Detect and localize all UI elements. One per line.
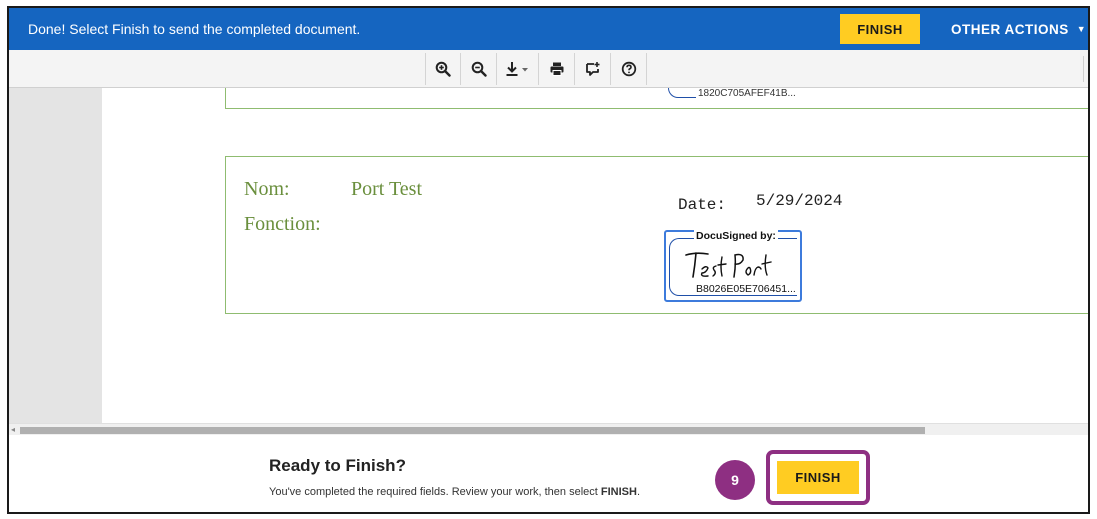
ready-description-suffix: . [636, 486, 640, 498]
scroll-left-icon[interactable]: ◂ [11, 425, 15, 434]
handwritten-signature [685, 252, 772, 278]
horizontal-scrollbar[interactable]: ◂ [9, 423, 1088, 435]
other-actions-label: OTHER ACTIONS [951, 21, 1069, 37]
ready-description: You've completed the required fields. Re… [269, 486, 640, 498]
zoom-in-icon [435, 61, 451, 77]
nom-value: Port Test [351, 178, 423, 200]
previous-signature-block [225, 88, 1088, 109]
ready-title: Ready to Finish? [269, 456, 406, 475]
help-icon [621, 61, 636, 77]
signature-bracket [668, 88, 696, 98]
date-value: 5/29/2024 [756, 192, 843, 210]
download-button[interactable] [497, 53, 539, 85]
previous-signature-hash: 1820C705AFEF41B... [698, 88, 796, 99]
help-button[interactable] [611, 53, 647, 85]
document-page: 1820C705AFEF41B... Nom: Port Test Foncti… [102, 88, 1088, 423]
docusigned-by-label: DocuSigned by: [694, 230, 778, 242]
document-viewport[interactable]: 1820C705AFEF41B... Nom: Port Test Foncti… [9, 88, 1088, 423]
completion-message: Done! Select Finish to send the complete… [28, 21, 361, 37]
signature-field[interactable]: DocuSigned by: B8026E05E706451... [664, 230, 802, 302]
nom-label: Nom: [244, 178, 290, 200]
comment-button[interactable] [575, 53, 611, 85]
comment-icon [585, 62, 599, 76]
document-toolbar [9, 50, 1088, 88]
toolbar-group [425, 53, 647, 85]
date-label: Date: [678, 196, 727, 214]
caret-down-icon: ▼ [1076, 24, 1087, 34]
zoom-out-icon [471, 61, 487, 77]
ready-description-emphasis: FINISH [600, 486, 637, 498]
fonction-label: Fonction: [244, 213, 321, 235]
finish-button-top[interactable]: FINISH [840, 14, 920, 44]
other-actions-menu[interactable]: OTHER ACTIONS ▼ [951, 8, 1086, 50]
ready-to-finish-bar: Ready to Finish? You've completed the re… [9, 435, 1088, 512]
app-frame: Done! Select Finish to send the complete… [7, 6, 1090, 514]
ready-description-text: You've completed the required fields. Re… [269, 486, 601, 498]
previous-signature-stamp: 1820C705AFEF41B... [668, 88, 798, 100]
signature-hash: B8026E05E706451... [694, 283, 798, 295]
finish-button-bottom[interactable]: FINISH [777, 461, 859, 494]
scrollbar-thumb[interactable] [20, 427, 925, 434]
top-bar: Done! Select Finish to send the complete… [9, 8, 1088, 50]
print-icon [550, 62, 563, 76]
toolbar-divider [1083, 56, 1084, 82]
step-number-badge: 9 [715, 460, 755, 500]
download-icon [506, 62, 528, 76]
zoom-in-button[interactable] [425, 53, 461, 85]
zoom-out-button[interactable] [461, 53, 497, 85]
print-button[interactable] [539, 53, 575, 85]
